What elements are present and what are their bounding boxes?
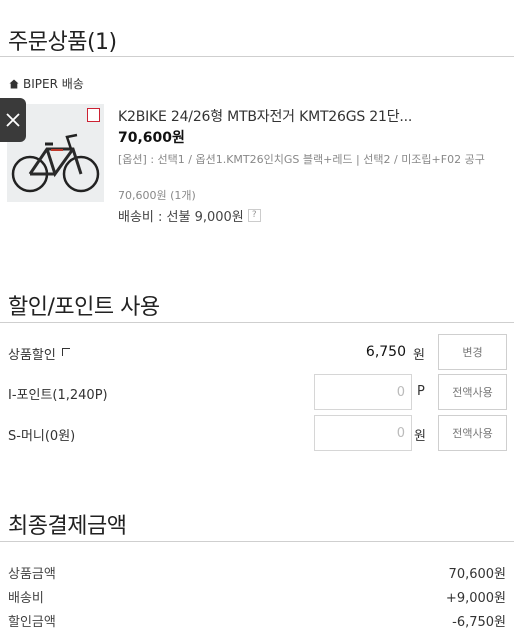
final-divider bbox=[0, 541, 514, 542]
product-option: [옵션] : 선택1 / 옵션1.KMT26인치GS 블랙+레드 | 선택2 /… bbox=[118, 153, 485, 166]
corner-mark-icon bbox=[61, 347, 70, 356]
order-section-title: 주문상품(1) bbox=[8, 30, 117, 55]
brand-badge-icon bbox=[87, 108, 100, 122]
close-icon bbox=[6, 113, 20, 127]
seller-name: BIPER 배송 bbox=[23, 77, 84, 91]
ipoint-label: I-포인트(1,240P) bbox=[8, 388, 108, 403]
product-discount-label: 상품할인 bbox=[8, 344, 70, 363]
help-icon[interactable]: ? bbox=[247, 209, 261, 222]
sum-discount-label: 할인금액 bbox=[8, 615, 56, 630]
smoney-unit: 원 bbox=[414, 429, 426, 444]
ipoint-unit: P bbox=[417, 384, 425, 399]
smoney-input[interactable] bbox=[314, 415, 412, 451]
final-section-title: 최종결제금액 bbox=[8, 514, 127, 539]
product-discount-amount: 6,750 bbox=[365, 344, 406, 360]
product-discount-text: 상품할인 bbox=[8, 348, 56, 363]
sum-shipping-value: +9,000원 bbox=[445, 591, 506, 606]
ipoint-input[interactable] bbox=[314, 374, 412, 410]
product-discount-unit: 원 bbox=[413, 348, 425, 363]
discount-divider bbox=[0, 322, 514, 323]
shipping-fee: 배송비 : 선불 9,000원 ? bbox=[118, 206, 261, 225]
sum-product-value: 70,600원 bbox=[448, 567, 506, 582]
change-discount-button[interactable]: 변경 bbox=[438, 334, 507, 370]
product-name[interactable]: K2BIKE 24/26형 MTB자전거 KMT26GS 21단... bbox=[118, 106, 412, 126]
product-price: 70,600원 bbox=[118, 130, 185, 146]
close-button[interactable] bbox=[0, 98, 26, 142]
sum-shipping-label: 배송비 bbox=[8, 591, 44, 606]
smoney-label: S-머니(0원) bbox=[8, 429, 76, 444]
seller-label: BIPER 배송 bbox=[9, 75, 84, 92]
sum-product-label: 상품금액 bbox=[8, 567, 56, 582]
smoney-use-all-button[interactable]: 전액사용 bbox=[438, 415, 507, 451]
order-divider bbox=[0, 56, 514, 57]
discount-section-title: 할인/포인트 사용 bbox=[8, 295, 160, 320]
product-quantity: 70,600원 (1개) bbox=[118, 189, 196, 202]
ipoint-use-all-button[interactable]: 전액사용 bbox=[438, 374, 507, 410]
home-icon bbox=[9, 79, 19, 88]
shipping-fee-text: 배송비 : 선불 9,000원 bbox=[118, 210, 244, 225]
sum-discount-value: -6,750원 bbox=[452, 615, 506, 630]
